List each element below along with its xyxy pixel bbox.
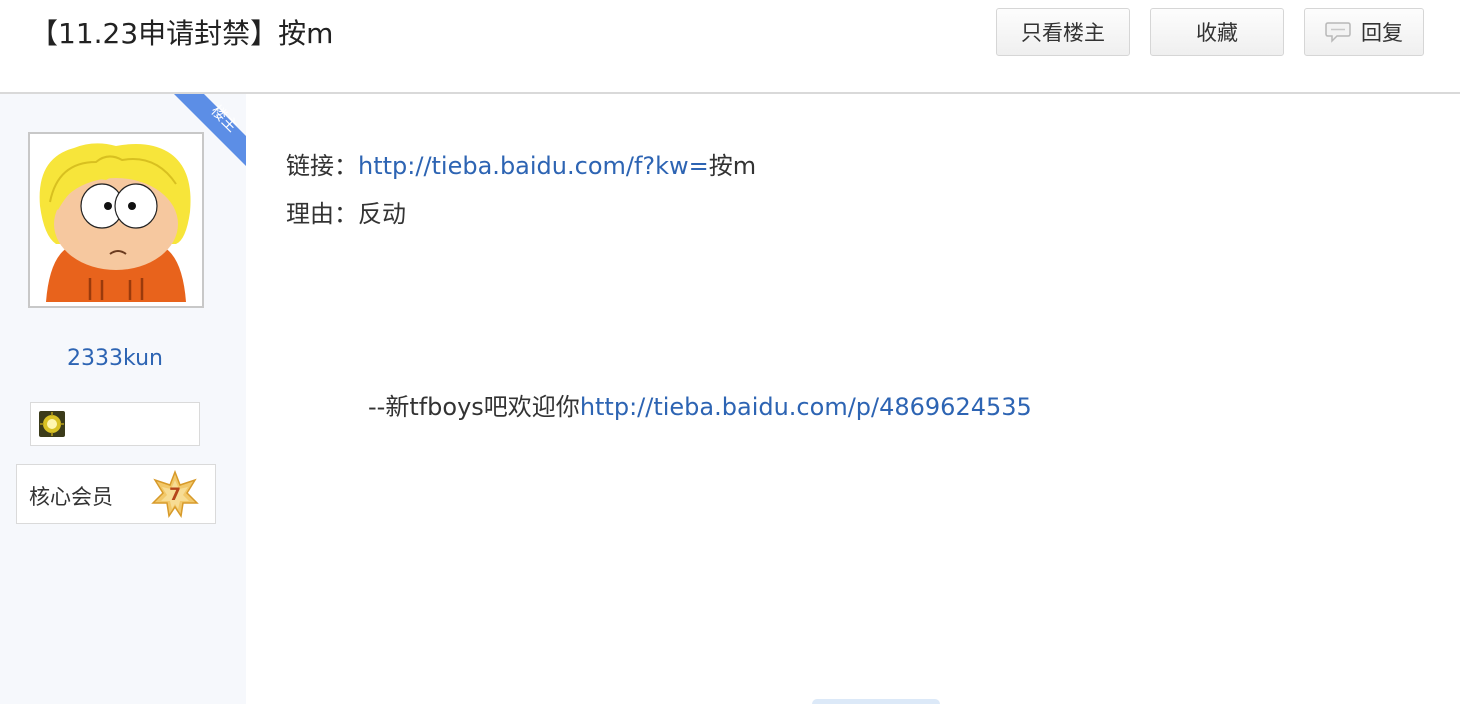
collect-button[interactable]: 收藏 <box>1150 8 1284 56</box>
cartoon-kid-avatar-icon <box>36 140 196 302</box>
signature-text: --新tfboys吧欢迎你 <box>368 393 580 421</box>
link-line: 链接：http://tieba.baidu.com/f?kw=按m <box>286 146 756 186</box>
signature-link[interactable]: http://tieba.baidu.com/p/4869624535 <box>580 393 1032 421</box>
speech-bubble-icon <box>1325 21 1351 43</box>
member-label: 核心会员 <box>29 485 113 509</box>
avatar[interactable] <box>28 132 204 308</box>
post-title: 【11.23申请封禁】按m <box>30 17 334 50</box>
collect-label: 收藏 <box>1196 21 1238 45</box>
member-level-box[interactable]: 核心会员 7 <box>16 464 216 524</box>
only-host-button[interactable]: 只看楼主 <box>996 8 1130 56</box>
username-link[interactable]: 2333kun <box>0 346 230 371</box>
reason-value: 反动 <box>358 200 406 228</box>
only-host-label: 只看楼主 <box>1021 21 1105 45</box>
reply-button[interactable]: 回复 <box>1304 8 1424 56</box>
level-number: 7 <box>169 485 181 505</box>
badge-slot <box>30 402 200 446</box>
link-suffix: 按m <box>708 152 757 180</box>
reply-label: 回复 <box>1361 21 1403 45</box>
reason-label: 理由： <box>286 200 358 228</box>
post-header: 【11.23申请封禁】按m 只看楼主 收藏 回复 <box>0 0 1460 94</box>
sun-badge-icon[interactable] <box>39 411 65 437</box>
reason-line: 理由：反动 <box>286 194 406 234</box>
level-star-icon: 7 <box>151 470 199 518</box>
bottom-edge-element <box>812 699 940 704</box>
bar-link[interactable]: http://tieba.baidu.com/f?kw= <box>358 152 709 180</box>
signature-line: --新tfboys吧欢迎你http://tieba.baidu.com/p/48… <box>368 387 1032 427</box>
link-label: 链接： <box>286 152 358 180</box>
